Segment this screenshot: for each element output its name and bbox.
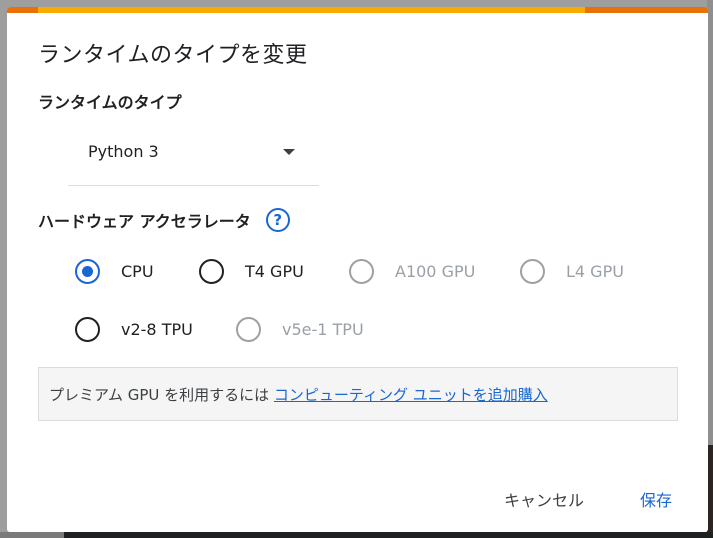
- dropdown-caret-icon: [283, 149, 295, 155]
- radio-a100-gpu: A100 GPU: [349, 259, 475, 284]
- change-runtime-dialog: ランタイムのタイプを変更 ランタイムのタイプ Python 3 ハードウェア ア…: [7, 7, 708, 532]
- radio-label: CPU: [121, 262, 154, 281]
- radio-label: A100 GPU: [395, 262, 476, 281]
- runtime-type-label: ランタイムのタイプ: [38, 93, 182, 112]
- dialog-top-bar-highlight: [38, 7, 585, 13]
- premium-gpu-info: プレミアム GPU を利用するには コンピューティング ユニットを追加購入: [38, 367, 678, 421]
- radio-v5e-1-tpu: v5e-1 TPU: [236, 317, 364, 342]
- dialog-title: ランタイムのタイプを変更: [38, 43, 308, 68]
- runtime-type-select[interactable]: Python 3: [68, 133, 319, 186]
- backdrop-bottom: [0, 532, 713, 538]
- radio-v2-8-tpu[interactable]: v2-8 TPU: [75, 317, 193, 342]
- info-text: プレミアム GPU を利用するには: [49, 386, 274, 404]
- radio-label: v2-8 TPU: [121, 320, 193, 339]
- radio-disabled-icon: [236, 317, 261, 342]
- radio-label: T4 GPU: [245, 262, 304, 281]
- runtime-type-value: Python 3: [88, 142, 159, 161]
- radio-disabled-icon: [349, 259, 374, 284]
- dialog-top-bar: [7, 7, 708, 13]
- buy-compute-units-link[interactable]: コンピューティング ユニットを追加購入: [274, 386, 548, 404]
- radio-unchecked-icon: [199, 259, 224, 284]
- cancel-button[interactable]: キャンセル: [504, 487, 584, 511]
- radio-label: L4 GPU: [566, 262, 624, 281]
- radio-l4-gpu: L4 GPU: [520, 259, 624, 284]
- radio-t4-gpu[interactable]: T4 GPU: [199, 259, 304, 284]
- help-icon[interactable]: ?: [265, 208, 290, 232]
- radio-unchecked-icon: [75, 317, 100, 342]
- radio-checked-icon: [75, 259, 100, 284]
- backdrop-dark-region: [64, 532, 713, 538]
- hardware-accelerator-heading: ハードウェア アクセラレータ ?: [38, 208, 290, 232]
- save-button[interactable]: 保存: [640, 487, 672, 511]
- radio-label: v5e-1 TPU: [282, 320, 364, 339]
- hardware-accelerator-label: ハードウェア アクセラレータ: [38, 212, 251, 231]
- radio-cpu[interactable]: CPU: [75, 259, 154, 284]
- radio-disabled-icon: [520, 259, 545, 284]
